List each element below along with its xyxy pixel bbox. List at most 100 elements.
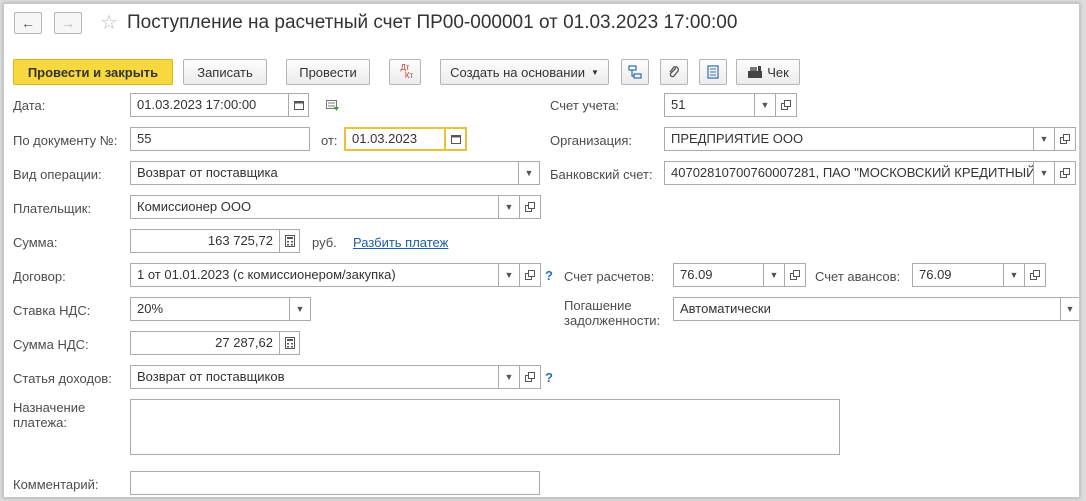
from-date-field[interactable]: 01.03.2023 bbox=[344, 127, 446, 151]
organization-field[interactable]: ПРЕДПРИЯТИЕ ООО bbox=[664, 127, 1034, 151]
settlement-account-open-button[interactable] bbox=[784, 263, 806, 287]
account-label: Счет учета: bbox=[550, 98, 620, 113]
document-list-icon bbox=[707, 65, 719, 79]
number-settings-icon[interactable] bbox=[326, 100, 340, 112]
open-icon bbox=[525, 202, 535, 212]
payer-open-button[interactable] bbox=[519, 195, 541, 219]
from-date-calendar-button[interactable] bbox=[446, 127, 467, 151]
date-calendar-button[interactable] bbox=[288, 93, 309, 117]
income-item-dropdown[interactable]: ▼ bbox=[498, 365, 520, 389]
dropdown-arrow-icon: ▼ bbox=[504, 270, 514, 280]
calendar-icon bbox=[450, 135, 461, 144]
contract-field[interactable]: 1 от 01.01.2023 (с комиссионером/закупка… bbox=[130, 263, 499, 287]
account-dropdown[interactable]: ▼ bbox=[754, 93, 776, 117]
post-button[interactable]: Провести bbox=[286, 59, 370, 85]
create-based-on-label: Создать на основании bbox=[450, 64, 585, 80]
operation-type-label: Вид операции: bbox=[13, 167, 102, 182]
dropdown-arrow-icon: ▼ bbox=[295, 304, 305, 314]
dropdown-arrow-icon: ▼ bbox=[1039, 134, 1049, 144]
income-item-label: Статья доходов: bbox=[13, 371, 112, 386]
vat-sum-field[interactable]: 27 287,62 bbox=[130, 331, 280, 355]
open-icon bbox=[525, 270, 535, 280]
page-title: Поступление на расчетный счет ПР00-00000… bbox=[127, 12, 738, 33]
dropdown-arrow-icon: ▼ bbox=[760, 100, 770, 110]
income-item-field[interactable]: Возврат от поставщиков bbox=[130, 365, 499, 389]
currency-label: руб. bbox=[312, 235, 337, 250]
payer-label: Плательщик: bbox=[13, 201, 92, 216]
settlement-account-dropdown[interactable]: ▼ bbox=[763, 263, 785, 287]
vat-rate-dropdown[interactable]: ▼ bbox=[289, 297, 311, 321]
repayment-dropdown[interactable]: ▼ bbox=[1060, 297, 1079, 321]
contract-dropdown[interactable]: ▼ bbox=[498, 263, 520, 287]
post-and-close-button[interactable]: Провести и закрыть bbox=[13, 59, 173, 85]
vat-rate-field[interactable]: 20% bbox=[130, 297, 290, 321]
dropdown-arrow-icon: ▼ bbox=[1065, 304, 1075, 314]
arrow-right-icon: → bbox=[61, 15, 75, 31]
bank-account-field[interactable]: 40702810700760007281, ПАО "МОСКОВСКИЙ КР… bbox=[664, 161, 1034, 185]
dropdown-arrow-icon: ▼ bbox=[504, 372, 514, 382]
structure-button[interactable] bbox=[621, 59, 649, 85]
dropdown-arrow-icon: ▼ bbox=[590, 67, 599, 77]
structure-icon bbox=[628, 65, 642, 79]
back-button[interactable]: ← bbox=[14, 12, 42, 34]
operation-type-field[interactable]: Возврат от поставщика bbox=[130, 161, 519, 185]
advance-account-dropdown[interactable]: ▼ bbox=[1003, 263, 1025, 287]
forward-button[interactable]: → bbox=[54, 12, 82, 34]
advance-account-label: Счет авансов: bbox=[815, 269, 901, 284]
open-icon bbox=[1060, 168, 1070, 178]
doc-number-field[interactable]: 55 bbox=[130, 127, 310, 151]
date-field[interactable]: 01.03.2023 17:00:00 bbox=[130, 93, 289, 117]
dropdown-arrow-icon: ▼ bbox=[524, 168, 534, 178]
kt-icon: Кт bbox=[404, 71, 414, 80]
dt-kt-button[interactable]: Дт Кт bbox=[389, 59, 421, 85]
open-icon bbox=[781, 100, 791, 110]
income-item-open-button[interactable] bbox=[519, 365, 541, 389]
advance-account-field[interactable]: 76.09 bbox=[912, 263, 1004, 287]
dropdown-arrow-icon: ▼ bbox=[504, 202, 514, 212]
account-field[interactable]: 51 bbox=[664, 93, 755, 117]
comment-field[interactable] bbox=[130, 471, 540, 495]
check-button[interactable]: Чек bbox=[736, 59, 800, 85]
split-payment-link[interactable]: Разбить платеж bbox=[353, 235, 448, 250]
date-label: Дата: bbox=[13, 98, 46, 113]
repayment-field[interactable]: Автоматически bbox=[673, 297, 1061, 321]
purpose-label-line1: Назначение bbox=[13, 400, 86, 415]
bank-account-label: Банковский счет: bbox=[550, 167, 653, 182]
favorite-star-icon[interactable]: ☆ bbox=[100, 10, 118, 35]
attach-button[interactable] bbox=[660, 59, 688, 85]
income-help-icon[interactable]: ? bbox=[545, 370, 553, 385]
advance-account-open-button[interactable] bbox=[1024, 263, 1046, 287]
open-icon bbox=[790, 270, 800, 280]
account-open-button[interactable] bbox=[775, 93, 797, 117]
contract-label: Договор: bbox=[13, 269, 66, 284]
vat-sum-calculator-button[interactable] bbox=[279, 331, 300, 355]
calendar-icon bbox=[293, 101, 304, 110]
organization-label: Организация: bbox=[550, 133, 633, 148]
check-label: Чек bbox=[767, 64, 789, 80]
calculator-icon bbox=[284, 337, 295, 349]
repayment-label-line2: задолженности: bbox=[564, 313, 661, 328]
bank-account-open-button[interactable] bbox=[1054, 161, 1076, 185]
comment-label: Комментарий: bbox=[13, 477, 99, 492]
doc-number-label: По документу №: bbox=[13, 133, 118, 148]
dropdown-arrow-icon: ▼ bbox=[1039, 168, 1049, 178]
operation-type-dropdown[interactable]: ▼ bbox=[518, 161, 540, 185]
organization-open-button[interactable] bbox=[1054, 127, 1076, 151]
from-label: от: bbox=[321, 133, 338, 148]
bank-account-dropdown[interactable]: ▼ bbox=[1033, 161, 1055, 185]
arrow-left-icon: ← bbox=[21, 15, 35, 31]
sum-field[interactable]: 163 725,72 bbox=[130, 229, 280, 253]
payer-field[interactable]: Комиссионер ООО bbox=[130, 195, 499, 219]
contract-help-icon[interactable]: ? bbox=[545, 268, 553, 283]
organization-dropdown[interactable]: ▼ bbox=[1033, 127, 1055, 151]
payer-dropdown[interactable]: ▼ bbox=[498, 195, 520, 219]
calculator-icon bbox=[284, 235, 295, 247]
contract-open-button[interactable] bbox=[519, 263, 541, 287]
save-button[interactable]: Записать bbox=[183, 59, 267, 85]
sum-label: Сумма: bbox=[13, 235, 58, 250]
sum-calculator-button[interactable] bbox=[279, 229, 300, 253]
print-list-button[interactable] bbox=[699, 59, 727, 85]
settlement-account-field[interactable]: 76.09 bbox=[673, 263, 764, 287]
purpose-textarea[interactable] bbox=[130, 399, 840, 455]
create-based-on-button[interactable]: Создать на основании ▼ bbox=[440, 59, 609, 85]
